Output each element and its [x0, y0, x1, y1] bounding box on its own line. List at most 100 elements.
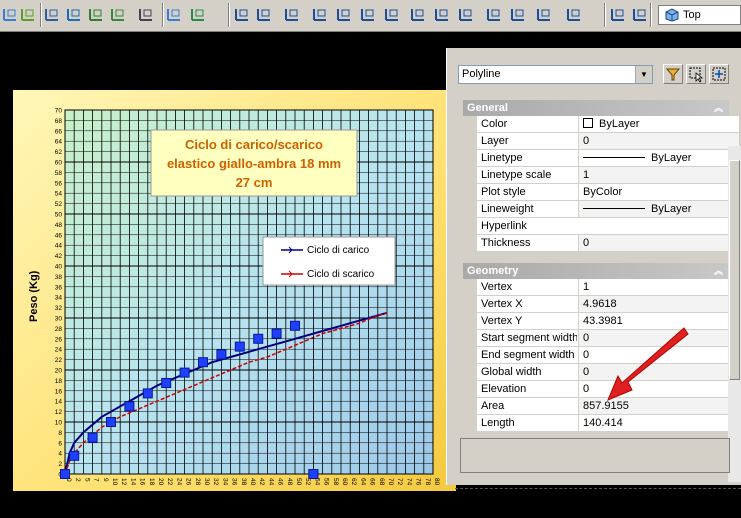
data-point-marker	[142, 388, 153, 399]
material-icon[interactable]	[110, 6, 126, 22]
chevron-up-icon[interactable]: ︽	[714, 263, 723, 279]
ucs-view-icon[interactable]	[360, 6, 376, 22]
property-row[interactable]: Linetype scale 1	[477, 167, 739, 184]
ucs-face-icon[interactable]	[336, 6, 352, 22]
x-tick-label: 2	[74, 478, 81, 482]
property-value-text: 0	[583, 383, 590, 395]
linetype-preview-icon	[583, 208, 645, 209]
property-value[interactable]: 0	[578, 133, 739, 149]
view-dropdown[interactable]: Top	[658, 5, 741, 25]
ucs-settings-icon[interactable]	[566, 6, 582, 22]
y-tick-label: 62	[55, 149, 63, 156]
property-row[interactable]: Layer 0	[477, 133, 739, 150]
ucs-world-icon[interactable]	[256, 6, 272, 22]
light-icon[interactable]	[88, 6, 104, 22]
toolbar-separator	[162, 3, 164, 27]
y-tick-label: 12	[55, 409, 63, 416]
y-tick-label: 58	[55, 170, 63, 177]
x-tick-label: 20	[157, 478, 164, 486]
x-tick-label: 38	[240, 478, 247, 486]
x-tick-label: 64	[359, 478, 366, 486]
property-value-text: 0	[583, 349, 590, 361]
ucs-object-icon[interactable]	[312, 6, 328, 22]
ucs-apply-icon[interactable]	[536, 6, 552, 22]
select-cursor-icon	[689, 67, 704, 83]
y-tick-label: 52	[55, 201, 63, 208]
property-value[interactable]: ByLayer	[578, 201, 739, 217]
y-tick-label: 40	[55, 264, 63, 271]
x-tick-label: 68	[378, 478, 385, 486]
property-value-text: 1	[583, 169, 590, 181]
x-tick-label: 14	[129, 478, 136, 486]
property-row[interactable]: Linetype ByLayer	[477, 150, 739, 167]
property-value[interactable]: ByLayer	[578, 116, 739, 132]
y-tick-label: 4	[58, 451, 62, 458]
y-tick-label: 34	[55, 295, 63, 302]
layers-icon[interactable]	[44, 6, 60, 22]
scrollbar-thumb[interactable]	[729, 160, 740, 380]
ucs-origin-icon[interactable]	[384, 6, 400, 22]
chevron-down-icon[interactable]: ▼	[635, 66, 652, 83]
property-value-text: ByLayer	[651, 203, 692, 215]
scrollbar[interactable]	[728, 146, 741, 482]
open-icon[interactable]	[166, 6, 182, 22]
x-tick-label: 58	[332, 478, 339, 486]
toggle-pickadd-button[interactable]	[663, 64, 683, 84]
ucs-icon[interactable]	[234, 6, 250, 22]
y-tick-label: 46	[55, 232, 63, 239]
group-general-title: General	[467, 102, 508, 114]
named-view-icon[interactable]	[632, 6, 648, 22]
data-point-marker	[60, 469, 70, 479]
dashed-line	[455, 488, 741, 489]
property-row[interactable]: Lineweight ByLayer	[477, 201, 739, 218]
list-icon[interactable]	[138, 6, 154, 22]
ucs-z-icon[interactable]	[510, 6, 526, 22]
legend-label: Ciclo di scarico	[307, 269, 375, 280]
toolbar-separator	[40, 3, 42, 27]
ucs-previous-icon[interactable]	[284, 6, 300, 22]
property-name: Color	[481, 118, 508, 130]
property-value[interactable]: 1	[578, 167, 739, 183]
property-name: Thickness	[481, 237, 531, 249]
x-tick-label: 34	[221, 478, 228, 486]
property-row[interactable]: Hyperlink	[477, 218, 739, 235]
object-type-select[interactable]: Polyline ▼	[458, 65, 653, 84]
x-tick-label: 80	[433, 478, 440, 486]
property-value[interactable]: ByColor	[578, 184, 739, 200]
view-icon[interactable]	[610, 6, 626, 22]
filter-icon	[665, 68, 681, 81]
property-value[interactable]: 1	[578, 279, 739, 295]
y-tick-label: 6	[58, 440, 62, 447]
x-tick-label: 60	[341, 478, 348, 486]
toolbar-icon[interactable]	[20, 6, 36, 22]
property-row[interactable]: Vertex 1	[477, 279, 739, 296]
toolbar-separator	[604, 3, 606, 27]
x-tick-label: 9	[102, 478, 109, 482]
property-row[interactable]: Plot style ByColor	[477, 184, 739, 201]
property-row[interactable]: Thickness 0	[477, 235, 739, 252]
globe-icon[interactable]	[190, 6, 206, 22]
group-geometry[interactable]: Geometry ︽	[463, 263, 729, 279]
property-name: Length	[481, 417, 515, 429]
group-general[interactable]: General ︽	[463, 100, 729, 116]
chevron-up-icon[interactable]: ︽	[714, 100, 723, 116]
property-value[interactable]: 4.9618	[578, 296, 739, 312]
quick-select-button[interactable]	[709, 64, 729, 84]
property-row[interactable]: Vertex X 4.9618	[477, 296, 739, 313]
y-tick-label: 16	[55, 388, 63, 395]
property-name: Linetype scale	[481, 169, 552, 181]
ucs-3point-icon[interactable]	[434, 6, 450, 22]
select-objects-button[interactable]	[686, 64, 706, 84]
ucs-zaxis-icon[interactable]	[410, 6, 426, 22]
property-value[interactable]: ByLayer	[578, 150, 739, 166]
draw-order-icon[interactable]	[2, 6, 18, 22]
property-name: Layer	[481, 135, 509, 147]
chart-title-line: Ciclo di carico/scarico	[185, 137, 323, 152]
render-icon[interactable]	[66, 6, 82, 22]
ucs-y-icon[interactable]	[486, 6, 502, 22]
property-value[interactable]: 0	[578, 235, 739, 251]
x-tick-label: 54	[313, 478, 320, 486]
property-row[interactable]: Color ByLayer	[477, 116, 739, 133]
ucs-x-icon[interactable]	[458, 6, 474, 22]
x-tick-label: 18	[148, 478, 155, 486]
